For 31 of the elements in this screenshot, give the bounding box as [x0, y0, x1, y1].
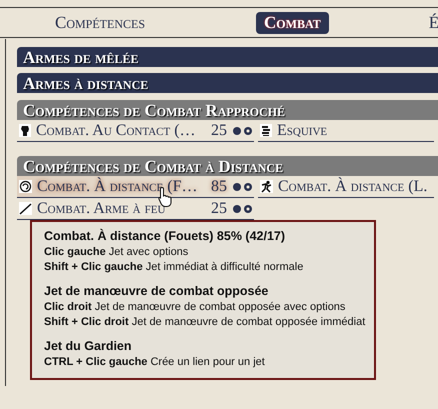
section-header[interactable]: Compétences de Combat à Distance — [17, 156, 438, 176]
tab[interactable]: Combat — [256, 12, 329, 34]
tooltip-line: Clic gauche Jet avec options — [44, 245, 190, 260]
tab[interactable]: É — [424, 12, 438, 34]
tooltip-heading: Jet du Gardien — [44, 338, 133, 355]
tooltip-line: CTRL + Clic gauche Crée un lien pour un jet — [44, 355, 266, 370]
skill-name: Combat. À distance (L. — [278, 178, 428, 196]
skill-value: 25 — [211, 200, 227, 218]
skill-row[interactable]: Esquive — [258, 120, 434, 142]
tab[interactable]: Compétences — [51, 12, 150, 34]
tooltip-line: Shift + Clic gauche Jet immédiat à difficulté normale — [44, 260, 304, 275]
section-header[interactable]: Armes de mêlée — [17, 47, 438, 67]
running-figure-icon — [260, 180, 273, 193]
skill-value: 85 — [211, 178, 227, 196]
tooltip-title: Combat. À distance (Fouets) 85% (42/17) — [44, 228, 286, 245]
skill-name: Esquive — [277, 122, 328, 140]
tooltip-line: Clic droit Jet de manœuvre de combat opposée avec options — [44, 300, 346, 315]
tooltip-line: Shift + Clic droit Jet de manœuvre de combat opposée immédiat — [44, 315, 366, 330]
skill-row[interactable]: Combat. À distance (L. — [258, 176, 434, 198]
section-header[interactable]: Armes à distance — [17, 73, 438, 93]
skill-row[interactable]: Combat. À distance (F… 85 — [17, 176, 254, 198]
skill-value: 25 — [211, 122, 227, 140]
skill-name: Combat. Au Contact (… — [36, 122, 197, 140]
skill-name: Combat. Arme à feu — [37, 200, 166, 218]
section-header[interactable]: Compétences de Combat Rapproché — [17, 100, 438, 120]
spiral-icon — [19, 180, 32, 193]
skill-name: Combat. À distance (F… — [37, 178, 198, 196]
books-icon — [260, 124, 272, 137]
fist-icon — [19, 124, 31, 137]
skill-row[interactable]: Combat. Au Contact (… 25 — [17, 120, 254, 142]
tooltip-heading: Jet de manœuvre de combat opposée — [44, 283, 270, 300]
